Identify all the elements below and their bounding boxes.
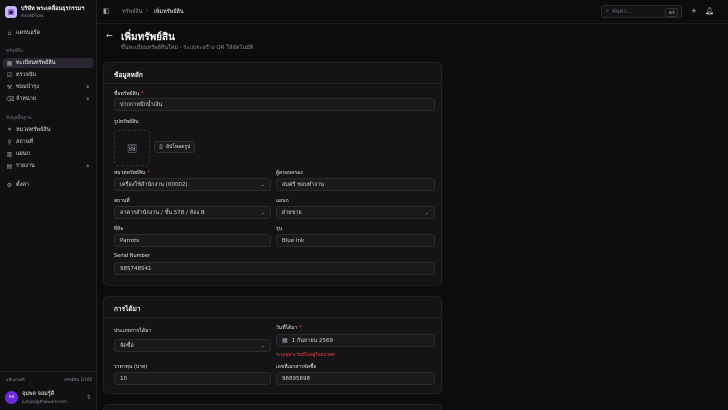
- basic-info-card: ข้อมูลหลัก ชื่อทรัพย์สิน * ปากกาหมึกน้ำเง…: [103, 62, 442, 286]
- file-text-icon: ▤: [6, 162, 13, 170]
- trash-icon: ⌫: [6, 95, 15, 103]
- brand-input[interactable]: Parrots: [114, 234, 271, 247]
- brand[interactable]: ▣ บริษัท พระเคลื่อนธุรกรรมฯ AssetFlow: [5, 5, 84, 19]
- model-input[interactable]: Blue Ink: [276, 234, 435, 247]
- topbar: ◧ ทรัพย์สิน › เพิ่มทรัพย์สิน ⌕ ค้นหา... …: [97, 0, 728, 24]
- chevron-down-icon: ⌄: [424, 209, 429, 216]
- shortcut-badge: ⌘K: [665, 8, 678, 17]
- plus-icon[interactable]: +: [691, 7, 697, 15]
- custodian-label: ผู้ครอบครอง: [276, 170, 303, 176]
- upload-image-button[interactable]: ⎙ อัปโหลดรูป: [154, 141, 196, 153]
- page-subtitle: ขึ้นทะเบียนทรัพย์สินใหม่ - ระบบจะสร้าง Q…: [121, 45, 254, 51]
- divider: [0, 371, 97, 372]
- gear-icon: ⚙: [6, 181, 13, 189]
- map-pin-icon: ⚲: [7, 138, 12, 146]
- user-name: จุมพล จอมรู้ดี: [22, 391, 55, 397]
- sidebar-item-reports[interactable]: ▤ รายงาน 🔒︎: [3, 161, 94, 171]
- location-label: สถานที่: [114, 198, 130, 204]
- sidebar-item-departments[interactable]: ▥ แผนก: [3, 149, 94, 159]
- custodian-input[interactable]: สมศรี ชอบทำงาน: [276, 178, 435, 191]
- nav-group-assets: ทรัพย์สิน: [6, 49, 23, 54]
- next-section-card: [103, 404, 442, 410]
- chevron-right-icon: ›: [146, 8, 149, 14]
- bell-icon[interactable]: 🔔︎: [705, 7, 714, 15]
- category-label: หมวดทรัพย์สิน *: [114, 170, 150, 176]
- purchase-doc-input[interactable]: 96895698: [276, 372, 435, 385]
- search-input[interactable]: ⌕ ค้นหา... ⌘K: [601, 5, 682, 18]
- acquisition-method-select[interactable]: จัดซื้อ ⌄: [114, 339, 271, 352]
- sidebar-item-audit[interactable]: ☑ ตรวจนับ: [3, 70, 94, 80]
- lock-icon: 🔒︎: [86, 163, 89, 169]
- sidebar-item-categories[interactable]: ⌗ หมวดทรัพย์สิน: [3, 125, 94, 135]
- image-upload-icon: ⎙: [159, 144, 164, 150]
- user-email: jumpol@thaiware.com: [22, 399, 67, 404]
- avatar: จจ: [5, 390, 18, 404]
- brand-label: ยี่ห้อ: [114, 226, 124, 232]
- breadcrumb-current: เพิ่มทรัพย์สิน: [154, 9, 184, 15]
- department-label: แผนก: [276, 198, 289, 204]
- purchase-doc-label: เลขที่เอกสารจัดซื้อ: [276, 364, 317, 370]
- calendar-icon: ▦: [282, 337, 288, 344]
- search-icon: ⌕: [606, 8, 610, 14]
- sidebar-item-dashboard[interactable]: ⌂ แดชบอร์ด: [3, 28, 94, 38]
- serial-label: Serial Number: [114, 253, 150, 259]
- sidebar-item-settings[interactable]: ⚙ ตั้งค่า: [3, 180, 94, 190]
- cost-input[interactable]: 10: [114, 372, 271, 385]
- model-label: รุ่น: [276, 226, 283, 232]
- home-icon: ⌂: [7, 29, 12, 37]
- image-placeholder-icon[interactable]: 🖼︎: [114, 130, 150, 166]
- brand-name: บริษัท พระเคลื่อนธุรกรรมฯ: [21, 6, 85, 12]
- sidebar-item-locations[interactable]: ⚲ สถานที่: [3, 137, 94, 147]
- back-arrow-icon[interactable]: ←: [106, 31, 113, 40]
- tag-icon: ⌗: [7, 126, 12, 133]
- sidebar-item-disposal[interactable]: ⌫ จำหน่าย 🔒︎: [3, 94, 94, 104]
- acquisition-method-label: ประเภทการได้มา: [114, 328, 152, 334]
- sidebar: ▣ บริษัท พระเคลื่อนธุรกรรมฯ AssetFlow ⌂ …: [0, 0, 97, 410]
- wrench-icon: ⚒: [6, 83, 13, 91]
- lock-icon: 🔒︎: [86, 96, 89, 102]
- lock-icon: 🔒︎: [86, 84, 89, 90]
- category-select[interactable]: เครื่องใช้สำนักงาน (00002) ⌄: [114, 178, 271, 191]
- divider: [104, 317, 441, 318]
- acquisition-card: การได้มา ประเภทการได้มา จัดซื้อ ⌄ วันที่…: [103, 296, 442, 394]
- acquired-date-picker[interactable]: ▦ 1 กันยายน 2569: [276, 334, 435, 347]
- location-select[interactable]: อาคารสำนักงาน / ชั้น 578 / ห้อง B ⌄: [114, 206, 271, 219]
- serial-input[interactable]: 985748541: [114, 262, 435, 275]
- sidebar-item-maintenance[interactable]: ⚒ ซ่อมบำรุง 🔒︎: [3, 82, 94, 92]
- plan-usage: แพ็กเกจฟรี ทรัพย์สิน 2/100: [6, 377, 92, 382]
- package-icon: ▦: [6, 59, 13, 67]
- divider: [104, 83, 441, 84]
- sidebar-toggle-icon[interactable]: ◧: [103, 7, 110, 15]
- breadcrumb-assets[interactable]: ทรัพย์สิน: [122, 8, 143, 16]
- clipboard-check-icon: ☑: [6, 71, 13, 79]
- nav-group-master: ข้อมูลพื้นฐาน: [6, 116, 32, 121]
- asset-image-label: รูปทรัพย์สิน: [114, 119, 139, 125]
- section-title: การได้มา: [114, 305, 141, 313]
- department-select[interactable]: ฝ่ายขาย ⌄: [276, 206, 435, 219]
- section-title: ข้อมูลหลัก: [114, 71, 143, 79]
- asset-name-input[interactable]: ปากกาหมึกน้ำเงิน: [114, 98, 435, 111]
- cost-label: ราคาทุน (บาท): [114, 364, 148, 370]
- box-icon: ▣: [5, 6, 17, 18]
- chevron-down-icon: ⌄: [260, 209, 265, 216]
- page-title: เพิ่มทรัพย์สิน: [121, 32, 175, 43]
- chevron-down-icon: ⌄: [260, 181, 265, 188]
- building-icon: ▥: [6, 150, 13, 158]
- user-menu[interactable]: จจ จุมพล จอมรู้ดี jumpol@thaiware.com: [5, 390, 67, 404]
- acquired-date-label: วันที่ได้มา *: [276, 325, 302, 331]
- brand-sub: AssetFlow: [21, 14, 44, 19]
- asset-name-label: ชื่อทรัพย์สิน *: [114, 91, 144, 97]
- chevrons-up-down-icon[interactable]: ⇕: [86, 394, 91, 401]
- sidebar-item-asset-register[interactable]: ▦ ทะเบียนทรัพย์สิน: [3, 58, 94, 68]
- date-error-message: ระบุเฉพาะวันที่ไม่อยู่ในอนาคต: [276, 353, 335, 358]
- chevron-down-icon: ⌄: [260, 342, 265, 349]
